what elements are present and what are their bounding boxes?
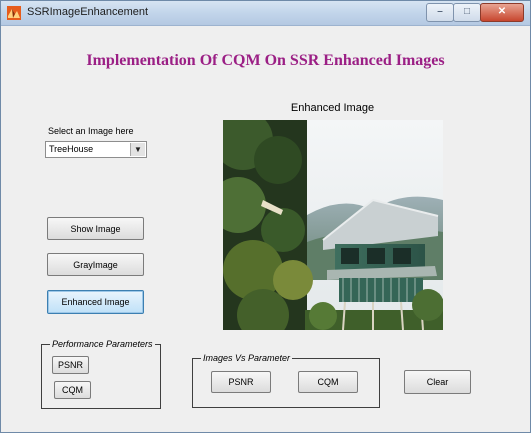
title-bar[interactable]: SSRImageEnhancement – □ ✕ [1,1,530,26]
window-title: SSRImageEnhancement [27,6,149,18]
close-button[interactable]: ✕ [480,3,524,22]
select-label: Select an Image here [48,126,134,136]
matlab-app-icon [7,6,21,20]
enhanced-image-button[interactable]: Enhanced Image [47,290,144,314]
maximize-icon: □ [463,6,471,17]
minimize-button[interactable]: – [426,3,454,22]
minimize-icon: – [437,6,443,17]
app-window: SSRImageEnhancement – □ ✕ Implementation… [0,0,531,433]
enhanced-image [223,120,443,330]
show-image-button[interactable]: Show Image [47,217,144,240]
page-heading: Implementation Of CQM On SSR Enhanced Im… [86,52,445,69]
close-icon: ✕ [497,6,507,17]
cqm-button[interactable]: CQM [298,371,358,393]
clear-button[interactable]: Clear [404,370,471,394]
treehouse-photo [223,120,443,330]
chevron-down-icon[interactable]: ▼ [130,143,145,156]
performance-psnr-button[interactable]: PSNR [52,356,89,374]
image-caption: Enhanced Image [290,102,375,114]
performance-cqm-button[interactable]: CQM [54,381,91,399]
maximize-button[interactable]: □ [453,3,481,22]
performance-panel-title: Performance Parameters [50,339,155,349]
performance-parameters-panel: Performance Parameters PSNR CQM [41,339,161,409]
image-select[interactable]: TreeHouse ▼ [45,141,147,158]
psnr-button[interactable]: PSNR [211,371,271,393]
image-select-value: TreeHouse [49,144,94,154]
gray-image-button[interactable]: GrayImage [47,253,144,276]
images-vs-panel-title: Images Vs Parameter [201,353,293,363]
window-controls: – □ ✕ [426,3,524,22]
